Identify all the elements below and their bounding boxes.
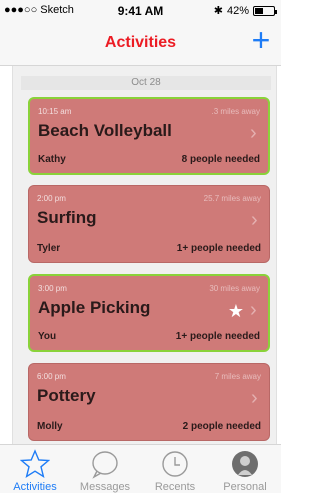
star-icon [20,449,50,479]
chevron-right-icon: › [250,299,257,321]
tab-label: Activities [13,481,57,493]
status-bar: ●●●○○ Sketch 9:41 AM ✱ 42% [0,0,281,20]
tab-label: Personal [223,481,267,493]
activity-card[interactable]: 3:00 pm 30 miles away Apple Picking ★ › … [28,274,270,352]
chevron-right-icon: › [251,209,258,231]
battery-percent: 42% [226,4,249,17]
activity-distance: 30 miles away [209,284,260,293]
chevron-right-icon: › [250,122,257,144]
date-header: Oct 28 [21,76,271,90]
page-title: Activities [104,34,177,51]
activity-distance: 7 miles away [214,372,261,381]
activity-organizer: Kathy [38,154,66,165]
activity-people-needed: 1+ people needed [176,243,261,254]
activity-organizer: You [38,331,57,342]
activity-people-needed: 2 people needed [182,421,261,432]
activity-title: Beach Volleyball [38,121,172,140]
chat-bubble-icon [92,451,118,479]
activity-list[interactable]: Oct 28 10:15 am .3 miles away Beach Voll… [12,66,277,444]
tab-bar: Activities Messages Recents Personal [0,444,281,493]
tab-label: Messages [79,481,131,493]
activity-distance: 25.7 miles away [203,194,261,203]
activity-card[interactable]: 10:15 am .3 miles away Beach Volleyball … [28,97,270,175]
activity-card[interactable]: 6:00 pm 7 miles away Pottery › Molly 2 p… [28,363,270,441]
person-icon [232,451,258,477]
activity-time: 10:15 am [38,107,72,116]
status-right: ✱ 42% [213,4,277,17]
activity-time: 2:00 pm [37,194,66,203]
activity-title: Surfing [37,208,97,227]
activity-title: Apple Picking [38,298,151,317]
activity-people-needed: 8 people needed [181,154,260,165]
star-icon[interactable]: ★ [228,302,244,320]
activity-title: Pottery [37,386,96,405]
tab-activities[interactable]: Activities [0,445,70,493]
add-activity-button[interactable]: + [247,24,275,56]
activity-people-needed: 1+ people needed [175,331,260,342]
tab-recents[interactable]: Recents [140,445,210,493]
clock-icon [162,451,188,477]
chevron-right-icon: › [251,387,258,409]
activity-time: 3:00 pm [38,284,67,293]
nav-bar: Activities + [0,20,281,66]
activity-organizer: Molly [37,421,63,432]
battery-icon [253,5,277,16]
tab-label: Recents [154,481,196,493]
tab-personal[interactable]: Personal [210,445,280,493]
bluetooth-icon: ✱ [213,5,223,17]
activity-distance: .3 miles away [211,107,260,116]
tab-messages[interactable]: Messages [70,445,140,493]
activity-organizer: Tyler [37,243,61,254]
activity-time: 6:00 pm [37,372,66,381]
activity-card[interactable]: 2:00 pm 25.7 miles away Surfing › Tyler … [28,185,270,263]
